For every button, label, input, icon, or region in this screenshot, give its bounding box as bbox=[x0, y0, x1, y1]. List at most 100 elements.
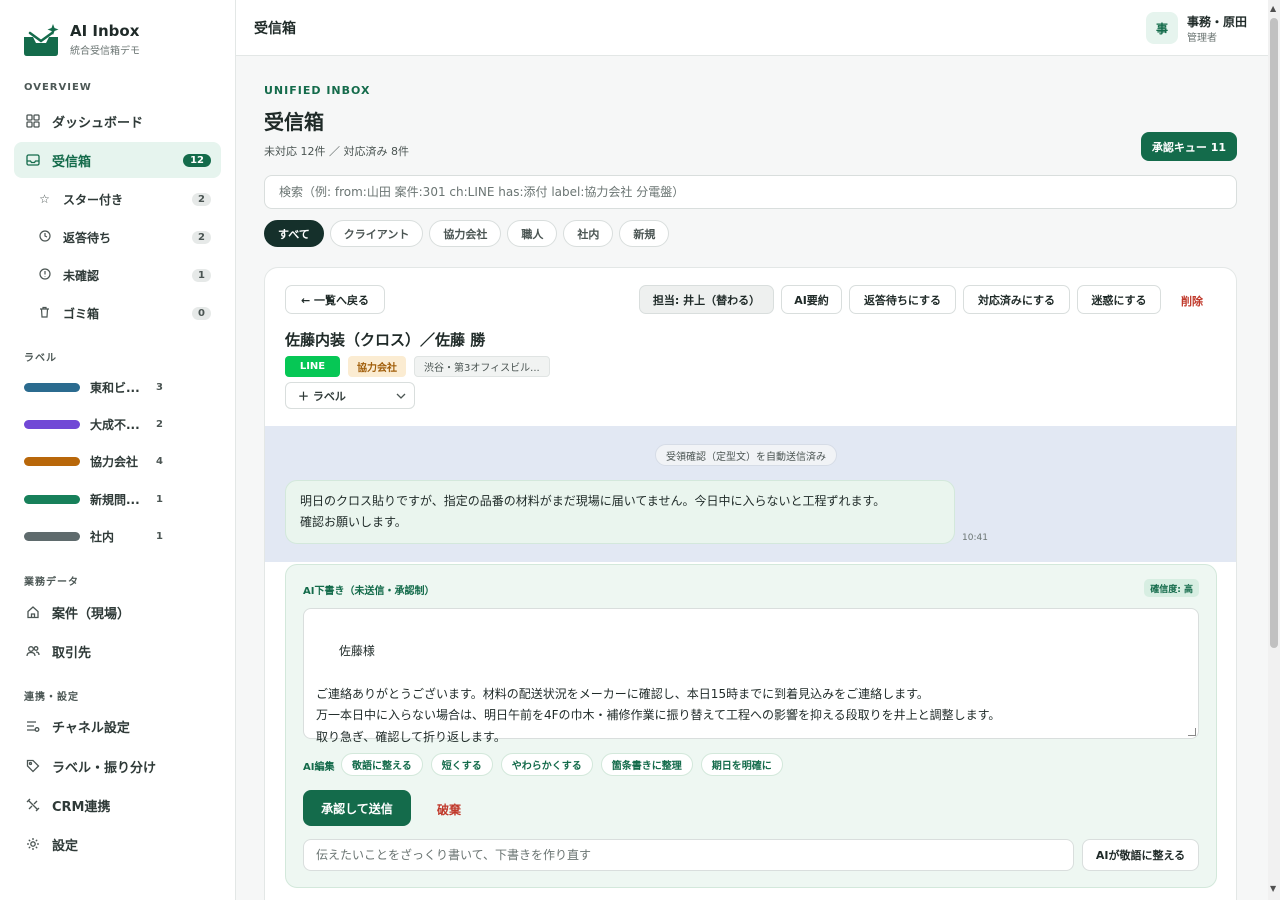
nav-settings[interactable]: 設定 bbox=[14, 826, 221, 862]
label-color-bar bbox=[24, 531, 80, 541]
star-icon: ☆ bbox=[39, 192, 50, 206]
rough-intent-input[interactable] bbox=[303, 839, 1074, 871]
ai-summary-button[interactable]: AI要約 bbox=[781, 285, 842, 314]
section-labels: ラベル bbox=[24, 353, 57, 364]
ai-edit-chips: 敬語に整える 短くする やわらかくする 箇条書きに整理 期日を明確に bbox=[341, 753, 783, 776]
category-tag: 協力会社 bbox=[348, 356, 406, 377]
sub-item-starred[interactable]: ☆ スター付き 2 bbox=[28, 183, 221, 215]
filter-chip-craftsman[interactable]: 職人 bbox=[507, 220, 558, 247]
avatar[interactable]: 事 bbox=[1146, 12, 1178, 44]
home-icon bbox=[25, 605, 40, 620]
mark-done-button[interactable]: 対応済みにする bbox=[963, 285, 1070, 314]
spam-button[interactable]: 迷惑にする bbox=[1077, 285, 1161, 314]
delete-button[interactable]: 削除 bbox=[1181, 293, 1203, 309]
nav-label: 設定 bbox=[52, 838, 79, 854]
scroll-down-icon[interactable]: ▼ bbox=[1270, 884, 1276, 893]
gear-icon bbox=[25, 837, 40, 852]
filter-chip-internal[interactable]: 社内 bbox=[563, 220, 614, 247]
page-eyebrow: UNIFIED INBOX bbox=[264, 84, 371, 97]
inbox-count-badge: 12 bbox=[183, 153, 211, 167]
label-item[interactable]: 社内 1 bbox=[24, 521, 214, 551]
label-name: 東和ビ... bbox=[90, 380, 140, 395]
label-name: 協力会社 bbox=[90, 454, 139, 469]
message-line: 明日のクロス貼りですが、指定の品番の材料がまだ現場に届いてません。今日中に入らな… bbox=[300, 494, 886, 508]
filter-chip-new[interactable]: 新規 bbox=[619, 220, 670, 247]
sidebar: AI Inbox 統合受信箱デモ OVERVIEW ダッシュボード 受信箱 12… bbox=[0, 0, 236, 900]
users-icon bbox=[25, 644, 40, 659]
page-subtitle: 未対応 12件 ／ 対応済み 8件 bbox=[264, 145, 409, 158]
nav-label: 案件（現場） bbox=[52, 606, 131, 622]
filter-chip-all[interactable]: すべて bbox=[264, 220, 324, 247]
edit-chip-keigo[interactable]: 敬語に整える bbox=[341, 753, 423, 776]
draft-textarea[interactable]: 佐藤様 ご連絡ありがとうございます。材料の配送状況をメーカーに確認し、本日15時… bbox=[303, 608, 1199, 744]
count-badge: 2 bbox=[192, 192, 211, 206]
nav-crm[interactable]: CRM連携 bbox=[14, 787, 221, 823]
user-role: 管理者 bbox=[1187, 33, 1217, 44]
brand[interactable]: AI Inbox 統合受信箱デモ bbox=[22, 22, 140, 57]
sub-item-trash[interactable]: ゴミ箱 0 bbox=[28, 297, 221, 329]
approve-send-button[interactable]: 承認して送信 bbox=[303, 790, 411, 826]
filter-chip-partner[interactable]: 協力会社 bbox=[429, 220, 502, 247]
page-scrollbar[interactable]: ▲ ▼ bbox=[1268, 0, 1280, 900]
link-icon bbox=[25, 798, 40, 813]
scrollbar-thumb[interactable] bbox=[1270, 18, 1278, 648]
discard-button[interactable]: 破棄 bbox=[437, 801, 461, 818]
tag-icon bbox=[25, 759, 40, 774]
incoming-message: 明日のクロス貼りですが、指定の品番の材料がまだ現場に届いてません。今日中に入らな… bbox=[285, 480, 955, 544]
nav-projects[interactable]: 案件（現場） bbox=[14, 594, 221, 630]
nav-inbox[interactable]: 受信箱 12 bbox=[14, 142, 221, 178]
message-line: 確認お願いします。 bbox=[300, 515, 407, 529]
nav-label-routing[interactable]: ラベル・振り分け bbox=[14, 748, 221, 784]
sub-label: 未確認 bbox=[63, 268, 100, 283]
label-item[interactable]: 新規問... 1 bbox=[24, 484, 214, 514]
nav-label: 受信箱 bbox=[52, 154, 92, 170]
nav-label: ラベル・振り分け bbox=[52, 760, 157, 776]
sub-item-unconfirmed[interactable]: 未確認 1 bbox=[28, 259, 221, 291]
label-name: 新規問... bbox=[90, 492, 140, 507]
assignee-button[interactable]: 担当: 井上（替わる） bbox=[639, 285, 774, 314]
approval-queue-button[interactable]: 承認キュー 11 bbox=[1141, 132, 1237, 161]
top-bar: 受信箱 事 事務・原田 管理者 bbox=[236, 0, 1268, 56]
edit-chip-bullets[interactable]: 箇条書きに整理 bbox=[600, 753, 693, 776]
inbox-icon bbox=[25, 153, 40, 168]
location-tag: 渋谷・第3オフィスビル... bbox=[414, 356, 550, 377]
nav-clients[interactable]: 取引先 bbox=[14, 633, 221, 669]
brand-name: AI Inbox bbox=[70, 22, 140, 40]
ai-edit-label: AI編集 bbox=[303, 762, 335, 773]
back-to-list-button[interactable]: ← 一覧へ戻る bbox=[285, 285, 385, 314]
resize-handle-icon[interactable] bbox=[1188, 728, 1196, 736]
filter-chip-client[interactable]: クライアント bbox=[329, 220, 424, 247]
label-color-bar bbox=[24, 456, 80, 466]
search-input[interactable] bbox=[264, 175, 1237, 209]
clock-icon bbox=[38, 229, 51, 245]
label-count: 3 bbox=[156, 381, 163, 393]
label-item[interactable]: 協力会社 4 bbox=[24, 446, 214, 476]
edit-chip-deadline[interactable]: 期日を明確に bbox=[700, 753, 783, 776]
label-color-bar bbox=[24, 494, 80, 504]
await-reply-button[interactable]: 返答待ちにする bbox=[849, 285, 956, 314]
thread-tags: LINE 協力会社 渋谷・第3オフィスビル... bbox=[285, 356, 550, 377]
message-time: 10:41 bbox=[962, 533, 988, 543]
nav-dashboard[interactable]: ダッシュボード bbox=[14, 103, 221, 139]
sub-label: ゴミ箱 bbox=[63, 306, 100, 321]
sliders-icon bbox=[25, 719, 40, 734]
confidence-badge: 確信度: 高 bbox=[1144, 579, 1199, 597]
section-integration: 連携・設定 bbox=[24, 692, 79, 703]
label-item[interactable]: 大成不... 2 bbox=[24, 409, 214, 439]
nav-label: CRM連携 bbox=[52, 799, 111, 815]
sub-item-awaiting[interactable]: 返答待ち 2 bbox=[28, 221, 221, 253]
channel-tag: LINE bbox=[285, 356, 340, 377]
topbar-title: 受信箱 bbox=[254, 21, 296, 37]
count-badge: 2 bbox=[192, 230, 211, 244]
page-title: 受信箱 bbox=[264, 110, 324, 134]
ai-draft-panel: AI下書き（未送信・承認制） 確信度: 高 佐藤様 ご連絡ありがとうございます。… bbox=[285, 564, 1217, 888]
ai-keigo-button[interactable]: AIが敬語に整える bbox=[1082, 839, 1199, 871]
scroll-up-icon[interactable]: ▲ bbox=[1270, 4, 1276, 13]
nav-channel-settings[interactable]: チャネル設定 bbox=[14, 708, 221, 744]
label-name: 社内 bbox=[90, 529, 115, 544]
edit-chip-shorten[interactable]: 短くする bbox=[430, 753, 493, 776]
alert-circle-icon bbox=[38, 267, 51, 283]
label-select[interactable]: ＋ ラベル bbox=[285, 382, 415, 409]
label-item[interactable]: 東和ビ... 3 bbox=[24, 372, 214, 402]
edit-chip-soften[interactable]: やわらかくする bbox=[500, 753, 593, 776]
